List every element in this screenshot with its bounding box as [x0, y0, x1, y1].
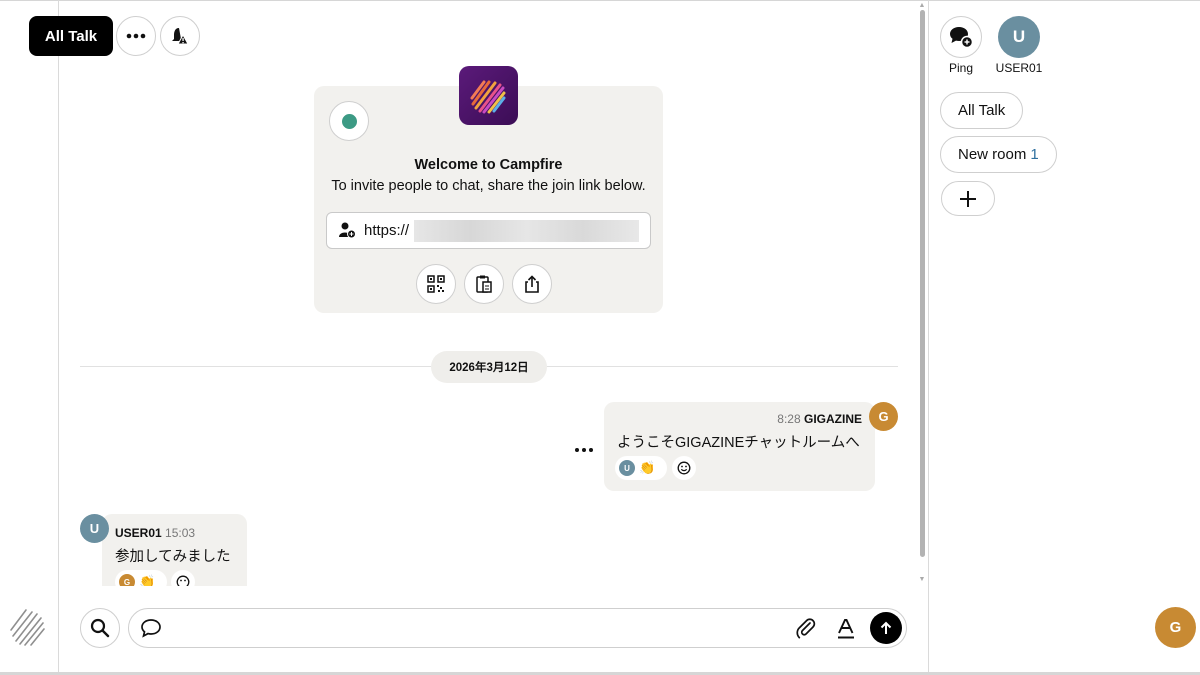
user-label: USER01: [995, 61, 1043, 75]
clap-emoji-icon: 👏: [639, 460, 656, 475]
welcome-subtitle: To invite people to chat, share the join…: [331, 178, 646, 194]
reaction-avatar: G: [119, 574, 135, 586]
unread-count: 1: [1030, 146, 1039, 163]
join-link-text: https://: [364, 222, 410, 239]
sidebar-room-all-talk[interactable]: All Talk: [940, 92, 1024, 129]
sidebar-room-new-room[interactable]: New room 1: [940, 136, 1057, 173]
online-status-indicator: [329, 101, 369, 141]
add-reaction-button[interactable]: [171, 570, 195, 586]
reaction-avatar: U: [619, 460, 635, 476]
search-button[interactable]: [80, 608, 120, 648]
speech-bubble-icon: [141, 619, 161, 638]
reaction-pill[interactable]: U 👏: [615, 456, 667, 480]
add-user-icon: [339, 222, 356, 239]
notification-settings-button[interactable]: [160, 16, 200, 56]
campfire-logo-icon: [459, 66, 518, 125]
qr-code-button[interactable]: [416, 264, 456, 304]
scroll-up-arrow[interactable]: ▲: [918, 2, 926, 9]
share-button[interactable]: [512, 264, 552, 304]
ping-button[interactable]: [940, 16, 982, 58]
left-divider: [58, 0, 59, 672]
arrow-up-icon: [880, 621, 892, 634]
avatar[interactable]: U: [998, 16, 1040, 58]
add-room-button[interactable]: [941, 181, 995, 216]
copy-link-button[interactable]: [464, 264, 504, 304]
room-name: New room: [958, 146, 1027, 163]
qr-code-icon: [427, 275, 445, 293]
bell-alert-icon: [172, 28, 189, 45]
redacted-link: [414, 220, 639, 242]
share-icon: [525, 275, 539, 293]
message-meta: USER01 15:03: [115, 526, 195, 540]
scroll-down-arrow[interactable]: ▼: [918, 576, 926, 583]
message-options-button[interactable]: [574, 440, 594, 458]
new-chat-icon: [950, 27, 974, 49]
avatar[interactable]: U: [80, 514, 109, 543]
current-user-avatar[interactable]: G: [1155, 607, 1196, 648]
message-text: 参加してみました: [115, 549, 231, 565]
ellipsis-icon: [575, 448, 593, 452]
text-format-icon[interactable]: [836, 618, 856, 640]
message-author: USER01: [115, 526, 162, 540]
room-name: All Talk: [958, 102, 1006, 119]
scrollbar-thumb[interactable]: [920, 10, 925, 557]
ellipsis-icon: [126, 33, 146, 39]
smiley-icon: [176, 575, 190, 586]
smiley-icon: [677, 461, 691, 475]
copy-clipboard-icon: [476, 275, 492, 293]
reaction-pill[interactable]: G 👏: [115, 570, 167, 586]
reaction-row-clip: G 👏: [102, 568, 247, 586]
date-divider: 2026年3月12日: [431, 351, 547, 383]
room-title-button[interactable]: All Talk: [29, 16, 113, 56]
send-button[interactable]: [870, 612, 902, 644]
green-dot-icon: [341, 113, 357, 129]
message-text: ようこそGIGAZINEチャットルームへ: [617, 435, 860, 451]
paperclip-icon[interactable]: [795, 617, 817, 639]
clap-emoji-icon: 👏: [139, 574, 156, 586]
message-author: GIGAZINE: [803, 412, 862, 426]
search-icon: [90, 618, 110, 638]
campfire-logo-icon[interactable]: [6, 606, 48, 648]
welcome-title: Welcome to Campfire: [414, 157, 563, 173]
plus-icon: [960, 190, 976, 207]
message-time: 15:03: [165, 526, 196, 540]
avatar[interactable]: G: [869, 402, 898, 431]
message-input[interactable]: [128, 608, 907, 648]
ping-label: Ping: [948, 61, 974, 75]
add-reaction-button[interactable]: [672, 456, 696, 480]
more-options-button[interactable]: [116, 16, 156, 56]
message-time: 8:28: [777, 412, 801, 426]
right-divider: [928, 0, 929, 672]
message-meta: 8:28 GIGAZINE: [600, 412, 862, 426]
